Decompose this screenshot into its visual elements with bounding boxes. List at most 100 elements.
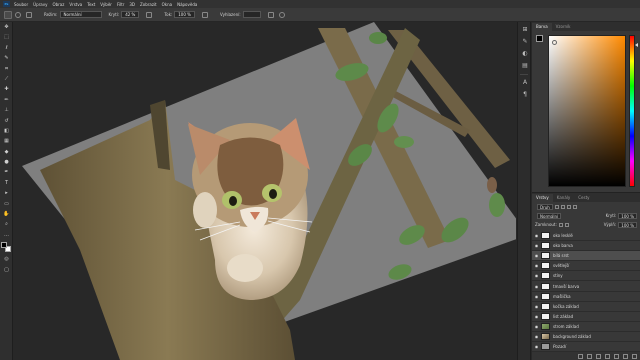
hue-slider[interactable] [629, 35, 635, 187]
visibility-eye-icon[interactable]: ◉ [532, 284, 541, 289]
color-picker-field[interactable] [548, 35, 626, 187]
visibility-eye-icon[interactable]: ◉ [532, 294, 541, 299]
gradient-tool-icon[interactable]: ▦ [2, 138, 11, 145]
menu-filter[interactable]: Filtr [117, 2, 124, 7]
menu-view[interactable]: Zobrazit [140, 2, 157, 7]
brush-tool-icon[interactable] [4, 10, 12, 19]
visibility-eye-icon[interactable]: ◉ [532, 233, 541, 238]
color-swatches[interactable] [1, 242, 12, 253]
lasso-tool-icon[interactable]: ℓ [2, 45, 11, 52]
opacity-input[interactable]: 42 % [121, 11, 140, 18]
layer-row[interactable]: ◉ list základ [532, 312, 640, 322]
properties-icon[interactable]: ▤ [521, 62, 529, 69]
tab-swatches[interactable]: Vzorník [552, 23, 575, 31]
artwork-canvas[interactable] [14, 22, 516, 360]
screen-mode-icon[interactable]: ▢ [2, 267, 11, 274]
layer-row[interactable]: ◉ Pozadí [532, 342, 640, 353]
zoom-tool-icon[interactable]: ⌕ [2, 221, 11, 228]
new-layer-icon[interactable] [623, 354, 628, 359]
visibility-eye-icon[interactable]: ◉ [532, 344, 541, 349]
visibility-eye-icon[interactable]: ◉ [532, 263, 541, 268]
more-tools-icon[interactable]: … [2, 232, 11, 239]
airbrush-icon[interactable] [201, 11, 208, 18]
new-group-icon[interactable] [614, 354, 619, 359]
move-tool-icon[interactable]: ✥ [2, 24, 11, 31]
brush-size-icon[interactable] [15, 11, 21, 18]
quick-select-tool-icon[interactable]: ✎ [2, 55, 11, 62]
menu-file[interactable]: Soubor [14, 2, 28, 7]
tab-paths[interactable]: Cesty [574, 194, 593, 202]
menu-help[interactable]: Nápověda [177, 2, 197, 7]
fill-input[interactable]: 100 % [618, 221, 637, 228]
canvas-area[interactable] [14, 22, 516, 360]
tab-color[interactable]: Barva [532, 23, 552, 31]
adjustment-layer-icon[interactable] [605, 354, 610, 359]
brush-panel-icon[interactable]: ✎ [521, 38, 529, 45]
add-mask-icon[interactable] [596, 354, 601, 359]
foreground-color-swatch[interactable] [1, 242, 7, 249]
menu-edit[interactable]: Úpravy [33, 2, 47, 7]
mode-select[interactable]: Normální [59, 11, 102, 18]
filter-shape-icon[interactable] [572, 204, 577, 209]
layer-row[interactable]: ◉ stíny [532, 271, 640, 282]
hand-tool-icon[interactable]: ✋ [2, 211, 11, 218]
healing-tool-icon[interactable]: ✚ [2, 86, 11, 93]
visibility-eye-icon[interactable]: ◉ [532, 253, 541, 258]
visibility-eye-icon[interactable]: ◉ [532, 324, 541, 329]
menu-type[interactable]: Text [87, 2, 95, 7]
layer-row[interactable]: ◉ background základ [532, 332, 640, 343]
visibility-eye-icon[interactable]: ◉ [532, 243, 541, 248]
quick-mask-icon[interactable]: ◎ [2, 256, 11, 263]
menu-window[interactable]: Okna [162, 2, 172, 7]
filter-adjust-icon[interactable] [560, 204, 565, 209]
visibility-eye-icon[interactable]: ◉ [532, 273, 541, 278]
flow-input[interactable]: 100 % [174, 11, 195, 18]
tab-channels[interactable]: Kanály [553, 194, 574, 202]
layer-row[interactable]: ◉ světlejší [532, 261, 640, 272]
type-tool-icon[interactable]: T [2, 180, 11, 187]
gear-icon[interactable] [267, 11, 274, 18]
layer-row[interactable]: ◉ kočka základ [532, 302, 640, 312]
visibility-eye-icon[interactable]: ◉ [532, 334, 541, 339]
filter-type-icon[interactable] [566, 204, 571, 209]
marquee-tool-icon[interactable]: ⬚ [2, 34, 11, 41]
blend-mode-select[interactable]: Normální [537, 212, 562, 219]
crop-tool-icon[interactable]: ⌗ [2, 66, 11, 73]
layer-row[interactable]: ◉ oko lesklé [532, 231, 640, 242]
blur-tool-icon[interactable]: ◆ [2, 149, 11, 156]
dodge-tool-icon[interactable]: ● [2, 159, 11, 166]
history-panel-icon[interactable]: ⊞ [521, 26, 529, 33]
layer-row[interactable]: ◉ tmavší barva [532, 281, 640, 292]
shape-tool-icon[interactable]: ▭ [2, 201, 11, 208]
paragraph-icon[interactable]: ¶ [521, 91, 529, 98]
layer-opacity-input[interactable]: 100 % [618, 212, 637, 219]
layer-filter-select[interactable]: Druh [537, 203, 553, 210]
history-brush-icon[interactable]: ↺ [2, 118, 11, 125]
path-select-icon[interactable]: ▸ [2, 190, 11, 197]
layer-style-icon[interactable] [587, 354, 592, 359]
character-icon[interactable]: A [521, 79, 529, 86]
eraser-tool-icon[interactable]: ◧ [2, 128, 11, 135]
layer-row[interactable]: ◉ mašlička [532, 292, 640, 302]
lock-position-icon[interactable] [564, 222, 569, 227]
brush-settings-icon[interactable] [26, 11, 32, 18]
layer-row[interactable]: ◉ oko barva [532, 241, 640, 252]
pressure-opacity-icon[interactable] [146, 11, 153, 18]
layer-row[interactable]: ◉ strom základ [532, 322, 640, 332]
hue-slider-handle[interactable] [635, 43, 638, 47]
pen-tool-icon[interactable]: ✒ [2, 169, 11, 176]
link-layers-icon[interactable] [578, 354, 583, 359]
stamp-tool-icon[interactable]: ⊥ [2, 107, 11, 114]
menu-3d[interactable]: 3D [129, 2, 135, 7]
color-picker-cursor[interactable] [552, 40, 557, 45]
visibility-eye-icon[interactable]: ◉ [532, 304, 541, 309]
smoothing-input[interactable] [242, 11, 261, 18]
filter-pixel-icon[interactable] [554, 204, 559, 209]
tab-layers[interactable]: Vrstvy [532, 194, 553, 202]
brush-tool-icon[interactable]: ✏ [2, 97, 11, 104]
adjustments-icon[interactable]: ◐ [521, 50, 529, 57]
menu-image[interactable]: Obraz [52, 2, 64, 7]
delete-layer-icon[interactable] [632, 354, 637, 359]
panel-foreground-color[interactable] [536, 35, 543, 42]
eyedropper-tool-icon[interactable]: ⟋ [2, 76, 11, 83]
